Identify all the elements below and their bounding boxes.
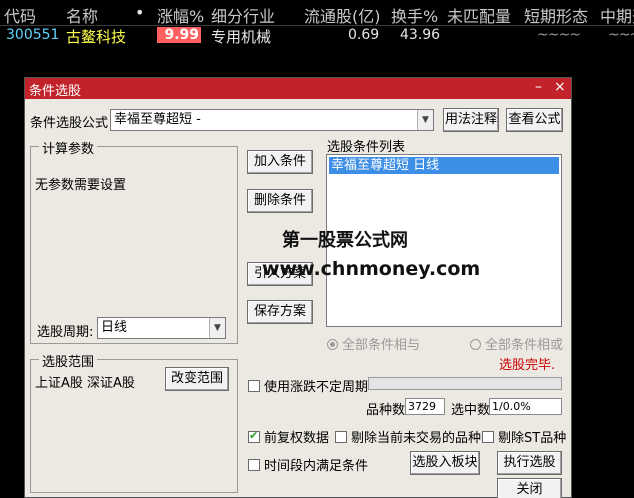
col-code[interactable]: 代码: [4, 3, 36, 27]
chevron-down-icon[interactable]: ▼: [209, 318, 225, 338]
change-range-button[interactable]: 改变范围: [165, 367, 229, 391]
col-float-shares[interactable]: 流通股(亿): [304, 3, 381, 27]
params-group-title: 计算参数: [39, 138, 98, 157]
time-condition-label: 时间段内满足条件: [264, 459, 369, 474]
radio-all-and[interactable]: 全部条件相与: [327, 334, 420, 353]
selected-value: 1/0.0%: [489, 398, 562, 415]
screen: 代码 名称 • 涨幅% 细分行业 流通股(亿) 换手% 未匹配量 短期形态 中期…: [0, 0, 634, 498]
checkbox-icon: [248, 380, 260, 392]
stock-table-header: 代码 名称 • 涨幅% 细分行业 流通股(亿) 换手% 未匹配量 短期形态 中期…: [0, 0, 634, 26]
count-value: 3729: [405, 398, 445, 415]
mid-term-pattern: ~~~~: [608, 27, 634, 43]
short-term-pattern: ~~~~: [537, 27, 581, 43]
status-text: 选股完毕.: [499, 358, 556, 373]
col-industry[interactable]: 细分行业: [211, 3, 275, 27]
close-button[interactable]: 关闭: [497, 478, 562, 498]
minimize-icon[interactable]: –: [535, 79, 542, 95]
float-shares: 0.69: [348, 27, 380, 43]
list-item[interactable]: 幸福至尊超短 日线: [329, 157, 559, 174]
col-mid-term[interactable]: 中期开: [600, 3, 634, 27]
change-pct: 9.99: [157, 27, 201, 43]
period-select-value: 日线: [101, 320, 128, 335]
params-text: 无参数需要设置: [35, 178, 127, 193]
range-text: 上证A股 深证A股: [35, 376, 135, 391]
delete-condition-button[interactable]: 删除条件: [247, 189, 313, 213]
radio-all-and-label: 全部条件相与: [342, 338, 421, 353]
stock-code: 300551: [6, 27, 60, 43]
period-label: 选股周期:: [37, 325, 94, 340]
params-group: 计算参数 无参数需要设置 选股周期: 日线 ▼: [30, 138, 238, 344]
turnover: 43.96: [400, 27, 441, 43]
range-group-title: 选股范围: [39, 351, 98, 370]
stock-name: 古鳌科技: [66, 28, 127, 46]
col-unmatched[interactable]: 未匹配量: [447, 3, 511, 27]
radio-all-or-label: 全部条件相或: [485, 338, 564, 353]
col-short-term[interactable]: 短期形态: [524, 3, 588, 27]
range-group: 选股范围 上证A股 深证A股 改变范围: [30, 351, 238, 493]
condition-list-title: 选股条件列表: [327, 140, 406, 155]
time-condition-checkbox[interactable]: 时间段内满足条件: [248, 455, 368, 474]
formula-select-value: 幸福至尊超短 -: [114, 112, 201, 127]
formula-select[interactable]: 幸福至尊超短 - ▼: [110, 109, 434, 131]
period-select[interactable]: 日线 ▼: [97, 317, 226, 339]
industry: 专用机械: [211, 28, 272, 46]
col-change-pct[interactable]: 涨幅%: [157, 3, 204, 27]
add-to-board-button[interactable]: 选股入板块: [410, 451, 480, 475]
radio-dot-icon: [327, 339, 338, 350]
view-formula-button[interactable]: 查看公式: [506, 108, 563, 132]
selected-label: 选中数: [451, 403, 491, 418]
watermark-title: 第一股票公式网: [282, 230, 408, 251]
col-dot[interactable]: •: [135, 3, 144, 22]
exclude-st-label: 剔除ST品种: [498, 431, 567, 446]
formula-label: 条件选股公式: [30, 116, 109, 131]
radio-all-or[interactable]: 全部条件相或: [470, 334, 563, 353]
adjust-checkbox[interactable]: 前复权数据: [248, 427, 329, 446]
adjust-label: 前复权数据: [264, 431, 330, 446]
add-condition-button[interactable]: 加入条件: [247, 150, 313, 174]
exclude-untraded-checkbox[interactable]: 剔除当前未交易的品种: [335, 427, 481, 446]
exclude-st-checkbox[interactable]: 剔除ST品种: [482, 427, 566, 446]
col-name[interactable]: 名称: [66, 3, 98, 27]
dialog-title: 条件选股: [29, 84, 82, 99]
checkbox-icon: [335, 431, 347, 443]
stock-filter-dialog: 条件选股 – × 条件选股公式 幸福至尊超短 - ▼ 用法注释 查看公式 计算参…: [24, 77, 572, 498]
unfixed-period-checkbox[interactable]: 使用涨跌不定周期: [248, 376, 368, 395]
watermark-url: www.chnmoney.com: [262, 258, 481, 280]
checkbox-icon: [482, 431, 494, 443]
exclude-untraded-label: 剔除当前未交易的品种: [351, 431, 482, 446]
run-filter-button[interactable]: 执行选股: [497, 451, 562, 475]
close-icon[interactable]: ×: [554, 79, 566, 95]
checkbox-icon: [248, 459, 260, 471]
save-scheme-button[interactable]: 保存方案: [247, 300, 313, 324]
unfixed-period-label: 使用涨跌不定周期: [264, 380, 369, 395]
radio-dot-icon: [470, 339, 481, 350]
dialog-title-bar[interactable]: 条件选股 – ×: [25, 78, 571, 99]
checkmark-icon: [248, 429, 260, 443]
usage-notes-button[interactable]: 用法注释: [443, 108, 499, 132]
progress-bar: [368, 377, 562, 390]
col-turnover[interactable]: 换手%: [391, 3, 438, 27]
chevron-down-icon[interactable]: ▼: [417, 110, 433, 130]
count-label: 品种数: [366, 403, 406, 418]
